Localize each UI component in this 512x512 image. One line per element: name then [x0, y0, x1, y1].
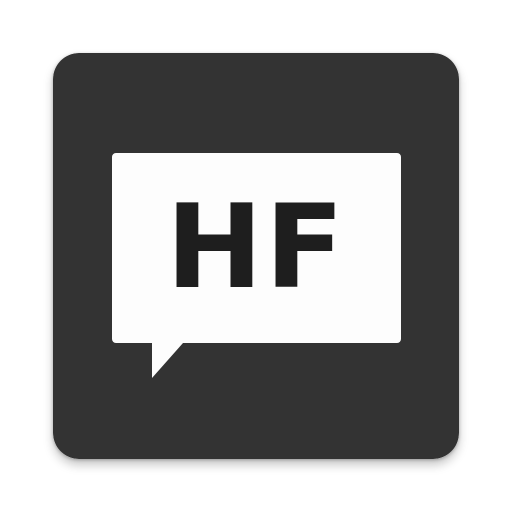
app-icon[interactable]: HF [53, 53, 459, 459]
app-monogram: HF [165, 180, 347, 315]
canvas: HF [0, 0, 512, 512]
